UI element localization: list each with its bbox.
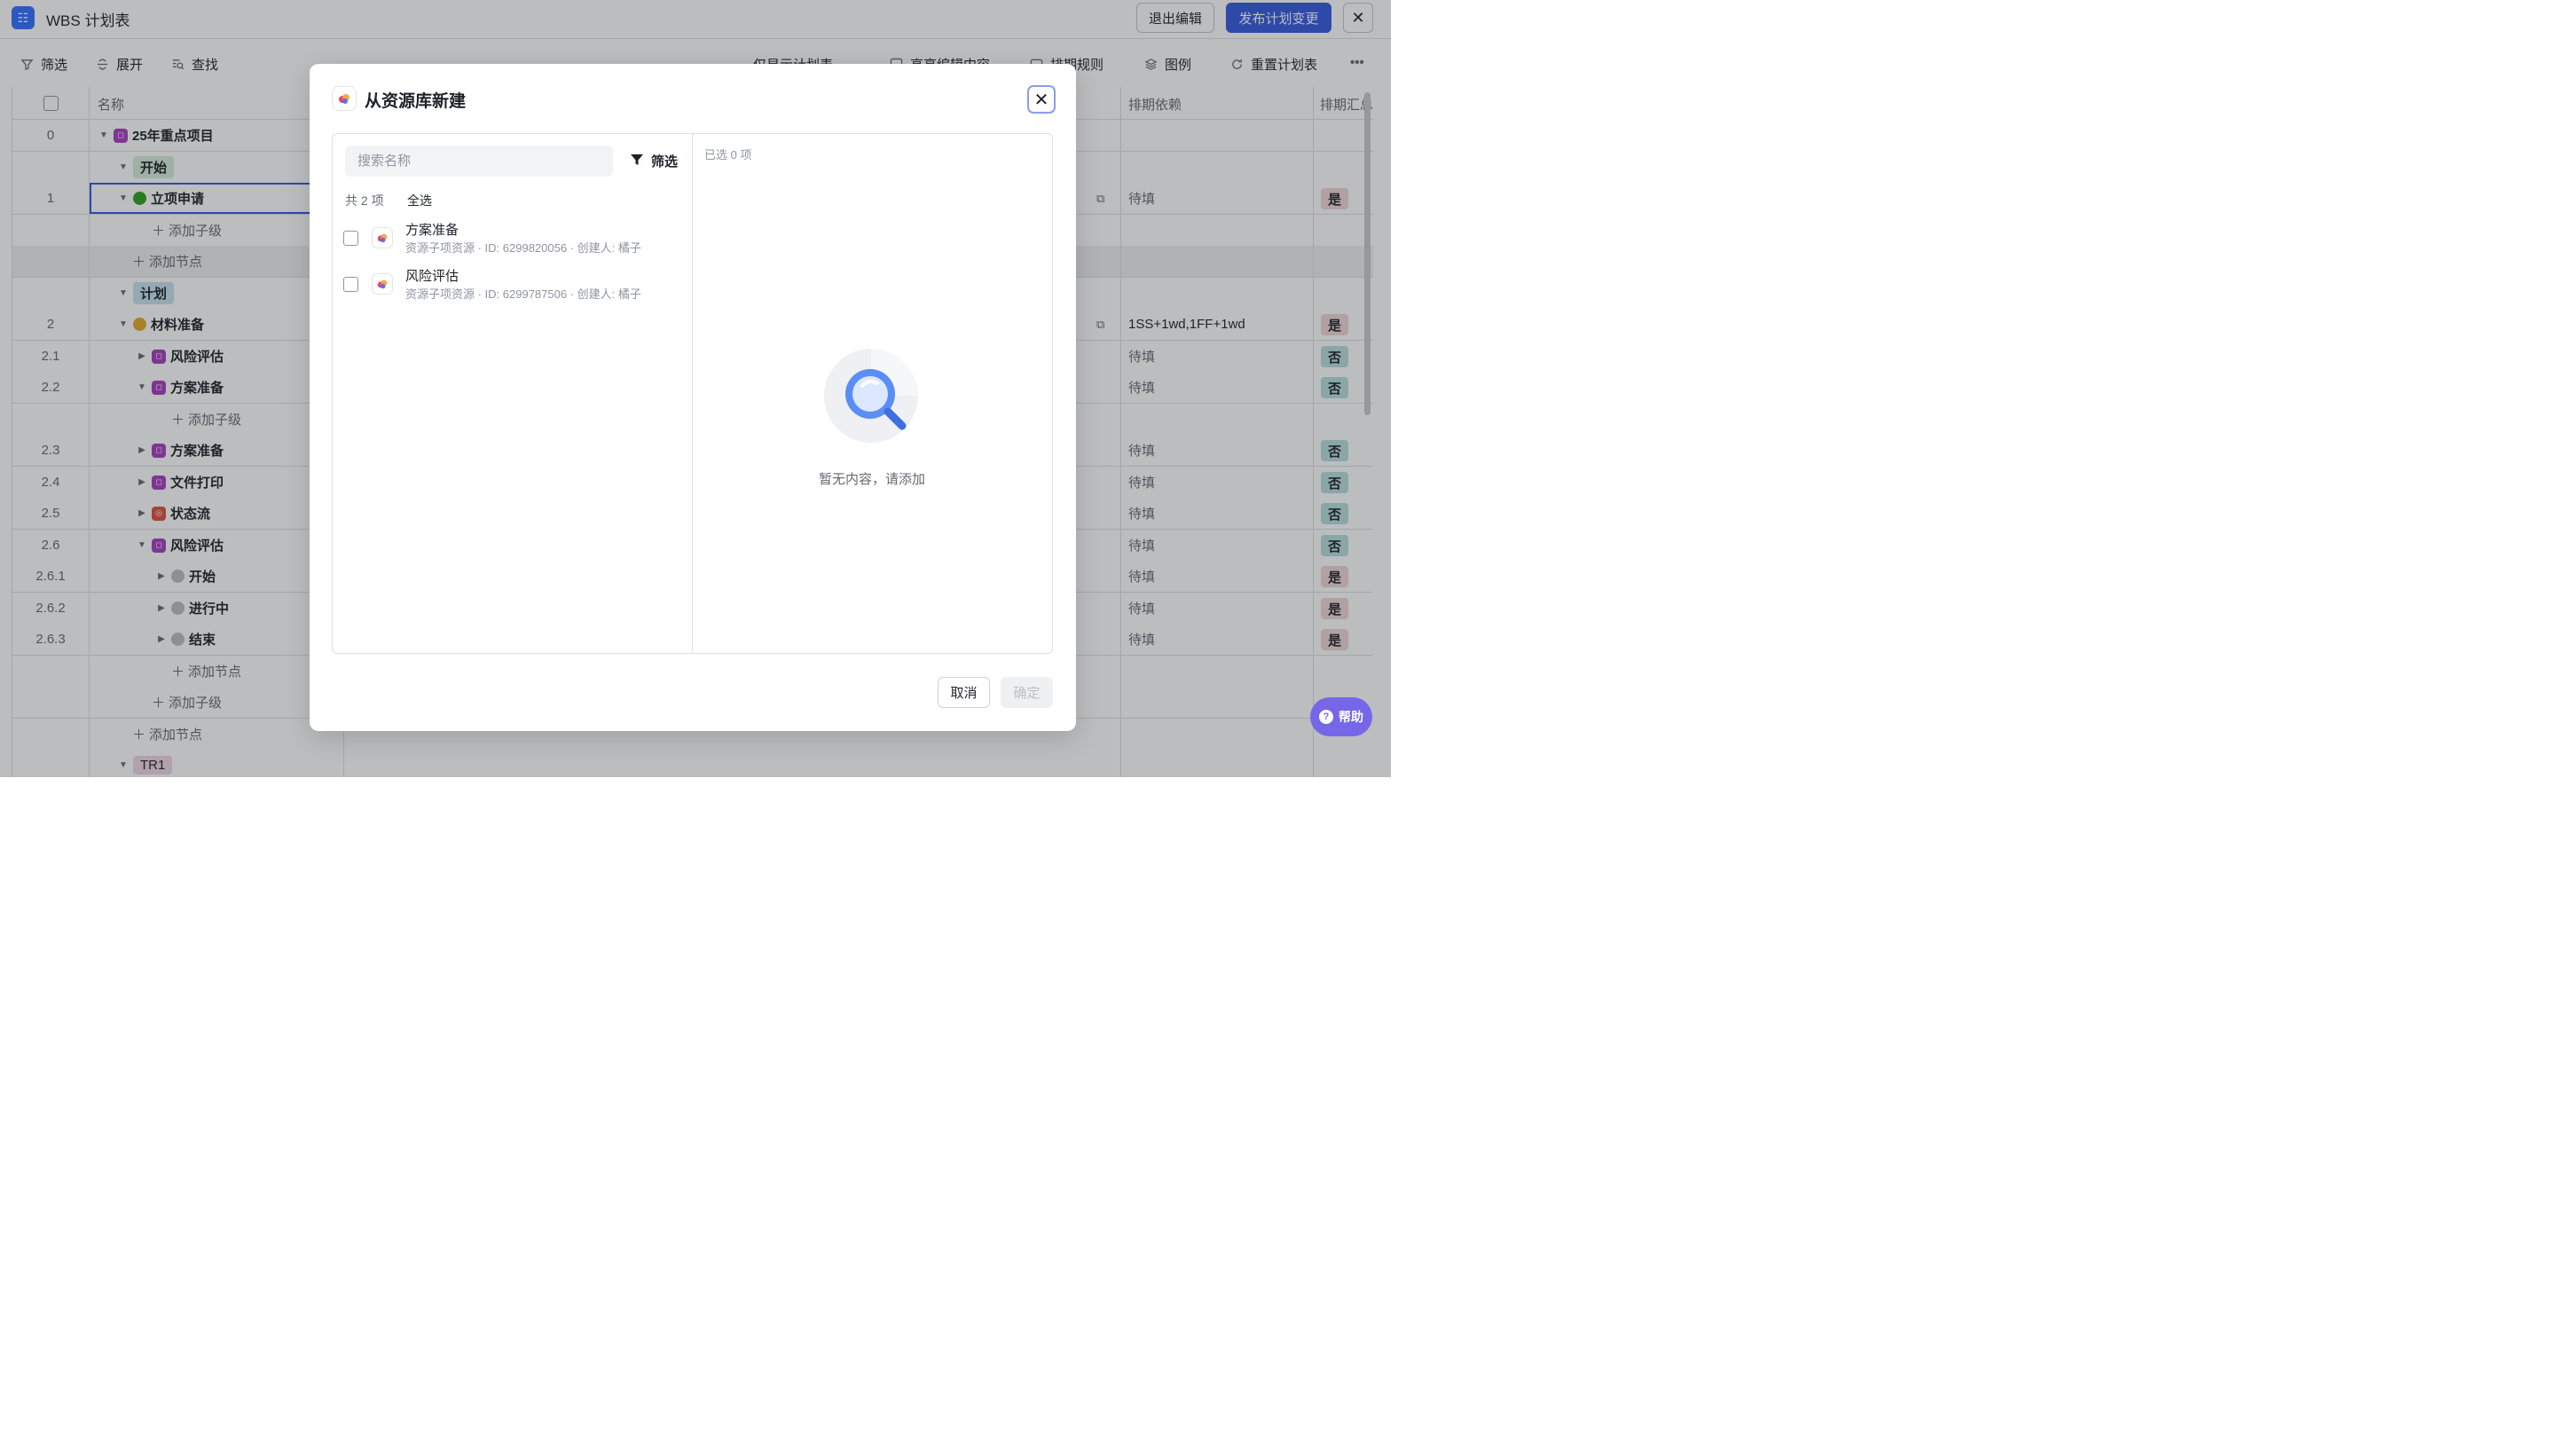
- dialog-title: 从资源库新建: [365, 92, 467, 111]
- search-input[interactable]: [345, 145, 613, 177]
- filter-label: 筛选: [651, 154, 679, 169]
- list-item[interactable]: 方案准备 资源子项资源 · ID: 6299820056 · 创建人: 橘子: [343, 220, 685, 259]
- item-name: 方案准备: [405, 223, 459, 238]
- filter-button[interactable]: 筛选: [630, 152, 678, 170]
- selected-count: 已选 0 项: [704, 148, 752, 161]
- cancel-button[interactable]: 取消: [938, 677, 990, 708]
- resource-logo-icon: [372, 273, 393, 295]
- resource-library-dialog: 从资源库新建 ✕ 筛选 共 2 项 全选 方案准备 资源子项资源 · ID: 6…: [310, 64, 1076, 731]
- confirm-button[interactable]: 确定: [1001, 677, 1053, 708]
- item-meta: 资源子项资源 · ID: 6299787506 · 创建人: 橘子: [405, 287, 641, 301]
- empty-state-text: 暂无内容，请添加: [819, 472, 926, 487]
- panel-divider: [692, 134, 693, 653]
- funnel-icon: [630, 153, 644, 170]
- item-meta: 资源子项资源 · ID: 6299820056 · 创建人: 橘子: [405, 241, 641, 255]
- item-name: 风险评估: [405, 269, 459, 284]
- help-button[interactable]: ? 帮助: [1310, 697, 1372, 736]
- close-icon[interactable]: ✕: [1027, 85, 1056, 114]
- list-item[interactable]: 风险评估 资源子项资源 · ID: 6299787506 · 创建人: 橘子: [343, 266, 685, 305]
- item-checkbox[interactable]: [343, 277, 358, 292]
- dialog-panel: 筛选 共 2 项 全选 方案准备 资源子项资源 · ID: 6299820056…: [332, 133, 1053, 654]
- resource-logo-icon: [332, 86, 357, 111]
- question-icon: ?: [1319, 710, 1333, 724]
- item-checkbox[interactable]: [343, 231, 358, 246]
- empty-search-icon: [822, 347, 920, 444]
- resource-logo-icon: [372, 227, 393, 248]
- select-all-link[interactable]: 全选: [407, 192, 432, 209]
- help-label: 帮助: [1339, 710, 1363, 724]
- item-count: 共 2 项: [345, 193, 384, 208]
